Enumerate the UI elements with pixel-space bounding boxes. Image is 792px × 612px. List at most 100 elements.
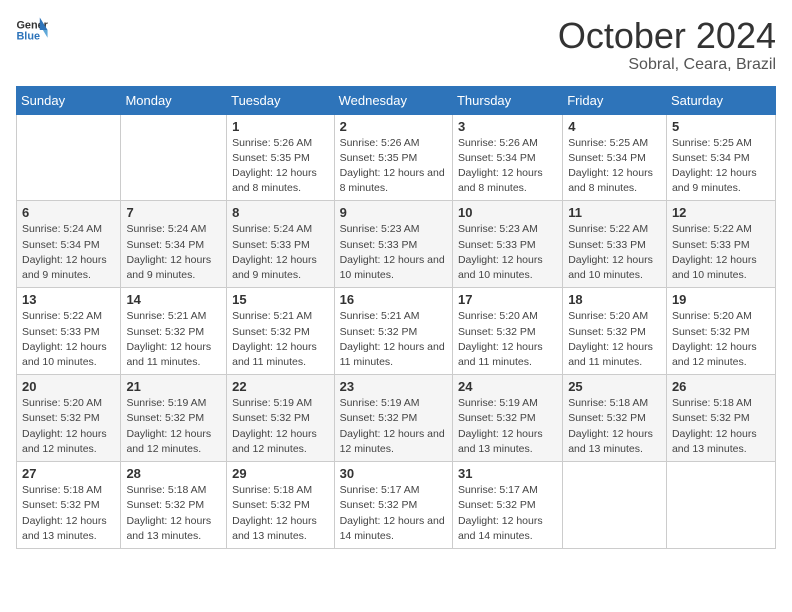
calendar-cell: 14 Sunrise: 5:21 AMSunset: 5:32 PMDayligh…	[121, 288, 227, 375]
calendar-cell: 31 Sunrise: 5:17 AMSunset: 5:32 PMDayligh…	[452, 462, 562, 549]
calendar-cell: 5 Sunrise: 5:25 AMSunset: 5:34 PMDaylight…	[666, 114, 775, 201]
calendar-cell: 21Sunrise: 5:19 AMSunset: 5:32 PMDayligh…	[121, 375, 227, 462]
day-number: 23	[340, 379, 447, 394]
calendar-cell	[666, 462, 775, 549]
day-number: 30	[340, 466, 447, 481]
day-number: 3	[458, 119, 557, 134]
calendar-cell: 12 Sunrise: 5:22 AMSunset: 5:33 PMDayligh…	[666, 201, 775, 288]
calendar-cell: 6 Sunrise: 5:24 AMSunset: 5:34 PMDaylight…	[17, 201, 121, 288]
calendar-cell: 3 Sunrise: 5:26 AMSunset: 5:34 PMDaylight…	[452, 114, 562, 201]
location-subtitle: Sobral, Ceara, Brazil	[558, 56, 776, 74]
day-info: Sunrise: 5:22 AMSunset: 5:33 PMDaylight:…	[22, 309, 115, 370]
col-header-friday: Friday	[563, 86, 667, 114]
day-info: Sunrise: 5:20 AMSunset: 5:32 PMDaylight:…	[458, 309, 557, 370]
col-header-thursday: Thursday	[452, 86, 562, 114]
day-number: 6	[22, 205, 115, 220]
day-number: 28	[126, 466, 221, 481]
day-info: Sunrise: 5:19 AMSunset: 5:32 PMDaylight:…	[340, 396, 447, 457]
calendar-cell: 20 Sunrise: 5:20 AMSunset: 5:32 PMDayligh…	[17, 375, 121, 462]
calendar-cell: 13 Sunrise: 5:22 AMSunset: 5:33 PMDayligh…	[17, 288, 121, 375]
day-info: Sunrise: 5:24 AMSunset: 5:33 PMDaylight:…	[232, 222, 328, 283]
day-info: Sunrise: 5:22 AMSunset: 5:33 PMDaylight:…	[568, 222, 661, 283]
day-info: Sunrise: 5:25 AMSunset: 5:34 PMDaylight:…	[672, 136, 770, 197]
week-row-0: 1 Sunrise: 5:26 AMSunset: 5:35 PMDaylight…	[17, 114, 776, 201]
week-row-2: 13 Sunrise: 5:22 AMSunset: 5:33 PMDayligh…	[17, 288, 776, 375]
day-info: Sunrise: 5:18 AMSunset: 5:32 PMDaylight:…	[232, 483, 328, 544]
day-number: 31	[458, 466, 557, 481]
calendar-cell: 19 Sunrise: 5:20 AMSunset: 5:32 PMDayligh…	[666, 288, 775, 375]
calendar-cell: 4 Sunrise: 5:25 AMSunset: 5:34 PMDaylight…	[563, 114, 667, 201]
calendar-cell: 8 Sunrise: 5:24 AMSunset: 5:33 PMDaylight…	[227, 201, 334, 288]
day-number: 10	[458, 205, 557, 220]
calendar-cell: 23 Sunrise: 5:19 AMSunset: 5:32 PMDayligh…	[334, 375, 452, 462]
day-number: 16	[340, 292, 447, 307]
day-info: Sunrise: 5:20 AMSunset: 5:32 PMDaylight:…	[568, 309, 661, 370]
col-header-monday: Monday	[121, 86, 227, 114]
day-number: 7	[126, 205, 221, 220]
calendar-cell: 17 Sunrise: 5:20 AMSunset: 5:32 PMDayligh…	[452, 288, 562, 375]
day-number: 2	[340, 119, 447, 134]
day-number: 4	[568, 119, 661, 134]
calendar-cell: 26 Sunrise: 5:18 AMSunset: 5:32 PMDayligh…	[666, 375, 775, 462]
logo: General Blue	[16, 16, 48, 44]
day-info: Sunrise: 5:19 AMSunset: 5:32 PMDaylight:…	[232, 396, 328, 457]
day-info: Sunrise: 5:25 AMSunset: 5:34 PMDaylight:…	[568, 136, 661, 197]
calendar-cell: 29 Sunrise: 5:18 AMSunset: 5:32 PMDayligh…	[227, 462, 334, 549]
day-info: Sunrise: 5:17 AMSunset: 5:32 PMDaylight:…	[458, 483, 557, 544]
day-info: Sunrise: 5:21 AMSunset: 5:32 PMDaylight:…	[126, 309, 221, 370]
day-info: Sunrise: 5:18 AMSunset: 5:32 PMDaylight:…	[126, 483, 221, 544]
calendar-cell: 30 Sunrise: 5:17 AMSunset: 5:32 PMDayligh…	[334, 462, 452, 549]
day-number: 8	[232, 205, 328, 220]
calendar-cell: 2 Sunrise: 5:26 AMSunset: 5:35 PMDaylight…	[334, 114, 452, 201]
calendar-cell: 18 Sunrise: 5:20 AMSunset: 5:32 PMDayligh…	[563, 288, 667, 375]
calendar-cell: 7Sunrise: 5:24 AMSunset: 5:34 PMDaylight…	[121, 201, 227, 288]
calendar-cell	[17, 114, 121, 201]
day-info: Sunrise: 5:19 AMSunset: 5:32 PMDaylight:…	[458, 396, 557, 457]
header-row: SundayMondayTuesdayWednesdayThursdayFrid…	[17, 86, 776, 114]
day-info: Sunrise: 5:24 AMSunset: 5:34 PMDaylight:…	[22, 222, 115, 283]
calendar-cell: 15Sunrise: 5:21 AMSunset: 5:32 PMDayligh…	[227, 288, 334, 375]
day-number: 22	[232, 379, 328, 394]
logo-icon: General Blue	[16, 16, 48, 44]
day-info: Sunrise: 5:22 AMSunset: 5:33 PMDaylight:…	[672, 222, 770, 283]
day-info: Sunrise: 5:20 AMSunset: 5:32 PMDaylight:…	[672, 309, 770, 370]
day-info: Sunrise: 5:18 AMSunset: 5:32 PMDaylight:…	[672, 396, 770, 457]
week-row-3: 20 Sunrise: 5:20 AMSunset: 5:32 PMDayligh…	[17, 375, 776, 462]
calendar-cell: 11 Sunrise: 5:22 AMSunset: 5:33 PMDayligh…	[563, 201, 667, 288]
day-number: 14	[126, 292, 221, 307]
day-info: Sunrise: 5:17 AMSunset: 5:32 PMDaylight:…	[340, 483, 447, 544]
week-row-1: 6 Sunrise: 5:24 AMSunset: 5:34 PMDaylight…	[17, 201, 776, 288]
day-number: 12	[672, 205, 770, 220]
day-number: 19	[672, 292, 770, 307]
day-number: 29	[232, 466, 328, 481]
col-header-sunday: Sunday	[17, 86, 121, 114]
calendar-cell: 16 Sunrise: 5:21 AMSunset: 5:32 PMDayligh…	[334, 288, 452, 375]
calendar-cell	[563, 462, 667, 549]
day-number: 18	[568, 292, 661, 307]
col-header-saturday: Saturday	[666, 86, 775, 114]
calendar-cell	[121, 114, 227, 201]
calendar-cell: 10Sunrise: 5:23 AMSunset: 5:33 PMDayligh…	[452, 201, 562, 288]
day-info: Sunrise: 5:21 AMSunset: 5:32 PMDaylight:…	[340, 309, 447, 370]
page-header: General Blue October 2024 Sobral, Ceara,…	[16, 16, 776, 74]
day-number: 24	[458, 379, 557, 394]
day-number: 25	[568, 379, 661, 394]
day-info: Sunrise: 5:26 AMSunset: 5:35 PMDaylight:…	[340, 136, 447, 197]
day-number: 11	[568, 205, 661, 220]
day-number: 17	[458, 292, 557, 307]
day-info: Sunrise: 5:26 AMSunset: 5:34 PMDaylight:…	[458, 136, 557, 197]
day-number: 26	[672, 379, 770, 394]
day-info: Sunrise: 5:18 AMSunset: 5:32 PMDaylight:…	[22, 483, 115, 544]
title-block: October 2024 Sobral, Ceara, Brazil	[558, 16, 776, 74]
day-info: Sunrise: 5:23 AMSunset: 5:33 PMDaylight:…	[340, 222, 447, 283]
day-number: 1	[232, 119, 328, 134]
day-info: Sunrise: 5:18 AMSunset: 5:32 PMDaylight:…	[568, 396, 661, 457]
calendar-cell: 28 Sunrise: 5:18 AMSunset: 5:32 PMDayligh…	[121, 462, 227, 549]
day-number: 13	[22, 292, 115, 307]
day-number: 20	[22, 379, 115, 394]
day-info: Sunrise: 5:20 AMSunset: 5:32 PMDaylight:…	[22, 396, 115, 457]
svg-text:Blue: Blue	[16, 30, 40, 42]
day-number: 5	[672, 119, 770, 134]
calendar-cell: 1Sunrise: 5:26 AMSunset: 5:35 PMDaylight…	[227, 114, 334, 201]
calendar-cell: 9Sunrise: 5:23 AMSunset: 5:33 PMDaylight…	[334, 201, 452, 288]
